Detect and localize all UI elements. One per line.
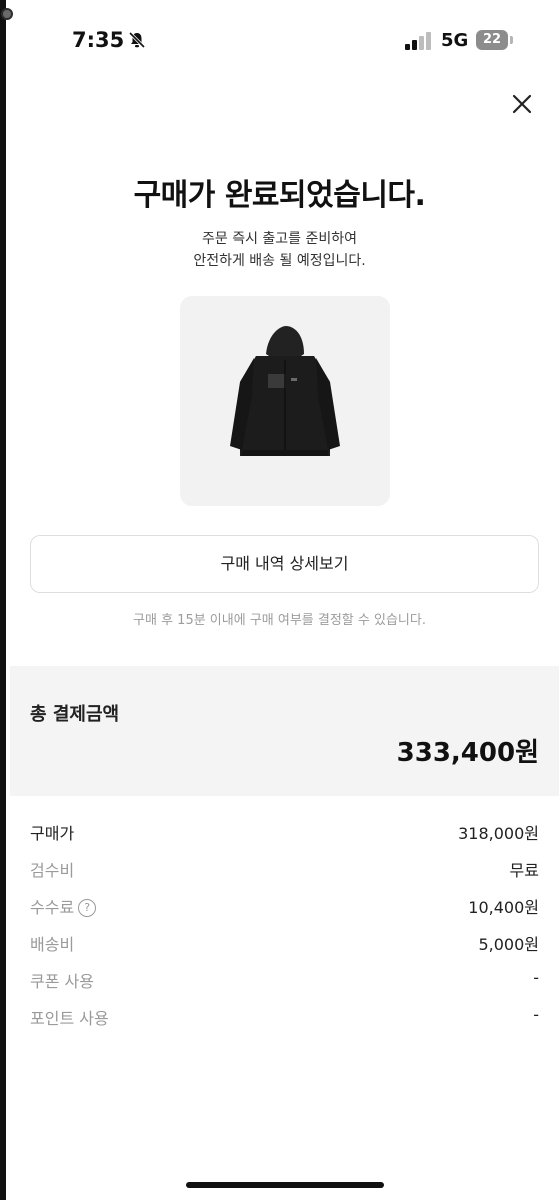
help-icon[interactable]: ? [78, 899, 97, 917]
status-time: 7:35 [72, 28, 125, 52]
coupon-label: 쿠폰 사용 [30, 972, 94, 991]
home-indicator[interactable] [186, 1182, 384, 1188]
points-label: 포인트 사용 [30, 1009, 109, 1028]
commission-value: 10,400원 [468, 898, 539, 917]
product-jacket-image [230, 326, 340, 456]
payment-breakdown: 구매가 318,000원 검수비 무료 수수료? 10,400원 배송비 5,0… [30, 818, 539, 1040]
close-icon[interactable] [508, 90, 536, 118]
product-image-card [180, 296, 390, 506]
decision-notice: 구매 후 15분 이내에 구매 여부를 결정할 수 있습니다. [133, 613, 426, 628]
commission-label: 수수료 [30, 898, 75, 917]
points-value: - [533, 1005, 539, 1024]
breakdown-row-points: 포인트 사용 - [30, 1003, 539, 1040]
breakdown-row-purchase-price: 구매가 318,000원 [30, 818, 539, 855]
shipping-fee-label: 배송비 [30, 935, 75, 954]
breakdown-row-coupon: 쿠폰 사용 - [30, 966, 539, 1003]
inspection-fee-label: 검수비 [30, 861, 75, 880]
page-title: 구매가 완료되었습니다. [133, 178, 426, 213]
breakdown-row-commission: 수수료? 10,400원 [30, 892, 539, 929]
breakdown-row-inspection-fee: 검수비 무료 [30, 855, 539, 892]
battery-icon: 22 [476, 30, 508, 50]
purchase-detail-button[interactable]: 구매 내역 상세보기 [30, 535, 539, 593]
breakdown-row-shipping: 배송비 5,000원 [30, 929, 539, 966]
total-payment-value: 333,400원 [396, 738, 539, 768]
subtitle-line-2: 안전하게 배송 될 예정입니다. [193, 253, 366, 269]
inspection-fee-value: 무료 [509, 861, 539, 880]
commission-label-group: 수수료? [30, 894, 97, 918]
signal-icon [405, 32, 431, 50]
network-label: 5G [441, 30, 469, 51]
battery-tip [510, 36, 513, 44]
coupon-value: - [533, 968, 539, 987]
purchase-price-label: 구매가 [30, 824, 75, 843]
purchase-price-value: 318,000원 [458, 824, 539, 843]
edge-indicator-dot [1, 8, 13, 20]
shipping-fee-value: 5,000원 [478, 935, 539, 954]
total-payment-label: 총 결제금액 [30, 704, 120, 725]
total-payment-panel: 총 결제금액 333,400원 [10, 666, 559, 796]
subtitle-line-1: 주문 즉시 출고를 준비하여 [201, 231, 358, 247]
bell-muted-icon [128, 31, 146, 49]
